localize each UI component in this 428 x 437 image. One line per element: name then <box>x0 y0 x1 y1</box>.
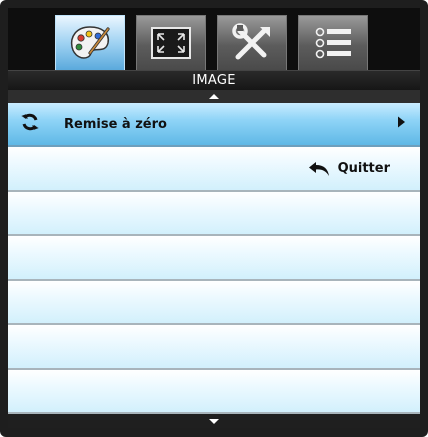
scroll-up[interactable] <box>8 90 420 103</box>
palette-icon <box>70 26 110 59</box>
menu-item-quit[interactable]: Quitter <box>8 147 420 192</box>
menu-item-empty <box>8 236 420 281</box>
menu-item-reset[interactable]: Remise à zéro <box>8 103 420 148</box>
menu-item-label: Remise à zéro <box>64 116 167 132</box>
tab-options[interactable] <box>298 15 368 70</box>
menu-item-empty <box>8 369 420 414</box>
menu-item-empty <box>8 325 420 370</box>
list-icon <box>315 27 351 59</box>
menu-title: IMAGE <box>8 70 420 90</box>
tab-display[interactable] <box>136 15 206 70</box>
osd-frame: IMAGE Remise à zéro Quitter <box>0 0 428 437</box>
menu-item-empty <box>8 191 420 237</box>
tab-image[interactable] <box>55 15 125 70</box>
menu-list: Remise à zéro Quitter <box>8 103 420 414</box>
menu-item-empty <box>8 280 420 326</box>
tab-setup[interactable] <box>217 15 287 70</box>
triangle-up-icon <box>209 94 219 99</box>
menu-item-label: Quitter <box>337 161 390 177</box>
reset-icon <box>20 112 40 136</box>
tools-icon <box>232 23 270 60</box>
tab-bar <box>8 8 420 70</box>
scroll-down[interactable] <box>8 414 420 428</box>
triangle-down-icon <box>209 418 219 424</box>
screen-fit-icon <box>151 27 191 59</box>
return-icon <box>308 161 329 176</box>
submenu-arrow-icon <box>397 116 406 133</box>
